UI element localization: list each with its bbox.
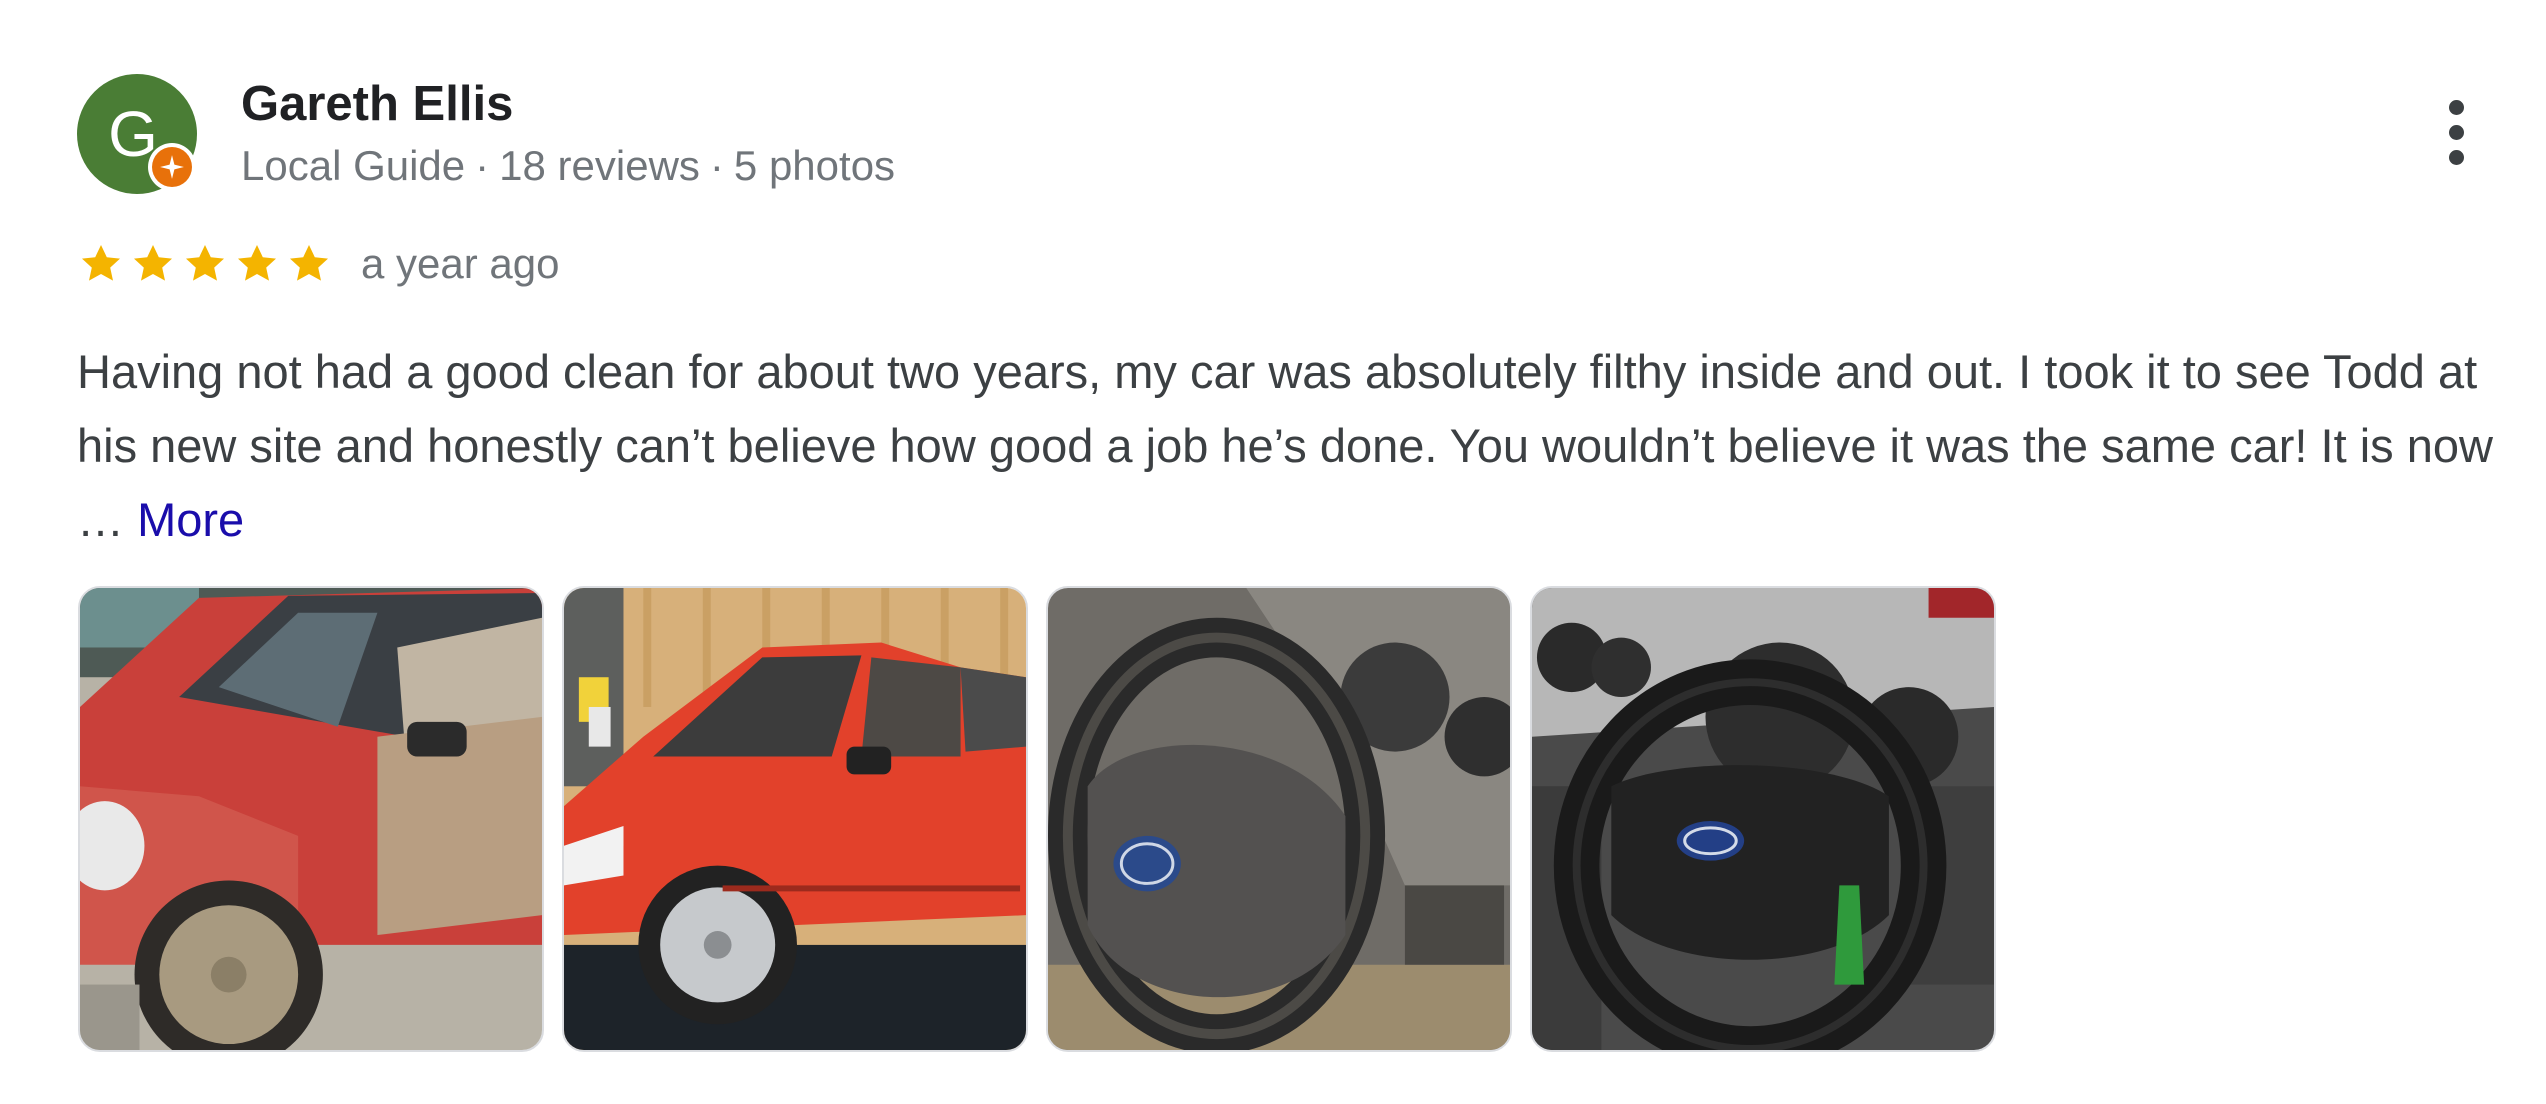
star-rating: [77, 240, 333, 288]
meta-separator: ·: [709, 142, 724, 189]
more-link[interactable]: More: [137, 493, 244, 546]
more-options-button[interactable]: [2426, 92, 2486, 172]
review-photo[interactable]: [1530, 586, 1996, 1052]
more-vertical-icon: [2448, 99, 2464, 115]
review-count: 18 reviews: [499, 142, 700, 189]
local-guide-label: Local Guide: [241, 142, 466, 189]
photo-count: 5 photos: [733, 142, 896, 189]
review-photo[interactable]: [562, 586, 1028, 1052]
review-photo[interactable]: [78, 586, 544, 1052]
review-photos: [78, 586, 1996, 1052]
star-icon: [290, 245, 328, 281]
review-photo[interactable]: [1046, 586, 1512, 1052]
rating-row: a year ago: [77, 236, 559, 292]
meta-separator: ·: [475, 142, 490, 189]
reviewer-name[interactable]: Gareth Ellis: [241, 76, 513, 132]
reviewer-meta: Local Guide · 18 reviews · 5 photos: [241, 142, 895, 190]
star-icon: [186, 245, 224, 281]
review-date: a year ago: [361, 240, 560, 287]
local-guide-badge: [148, 143, 196, 191]
star-icon: [238, 245, 276, 281]
star-icon: [82, 245, 120, 281]
review-text: Having not had a good clean for about tw…: [77, 335, 2497, 557]
review-card: G Gareth Ellis Local Guide · 18 reviews · 5 …: [0, 0, 2546, 1104]
star-icon: [134, 245, 172, 281]
local-guide-star-icon: [152, 147, 192, 187]
review-body: Having not had a good clean for about tw…: [77, 345, 2493, 546]
